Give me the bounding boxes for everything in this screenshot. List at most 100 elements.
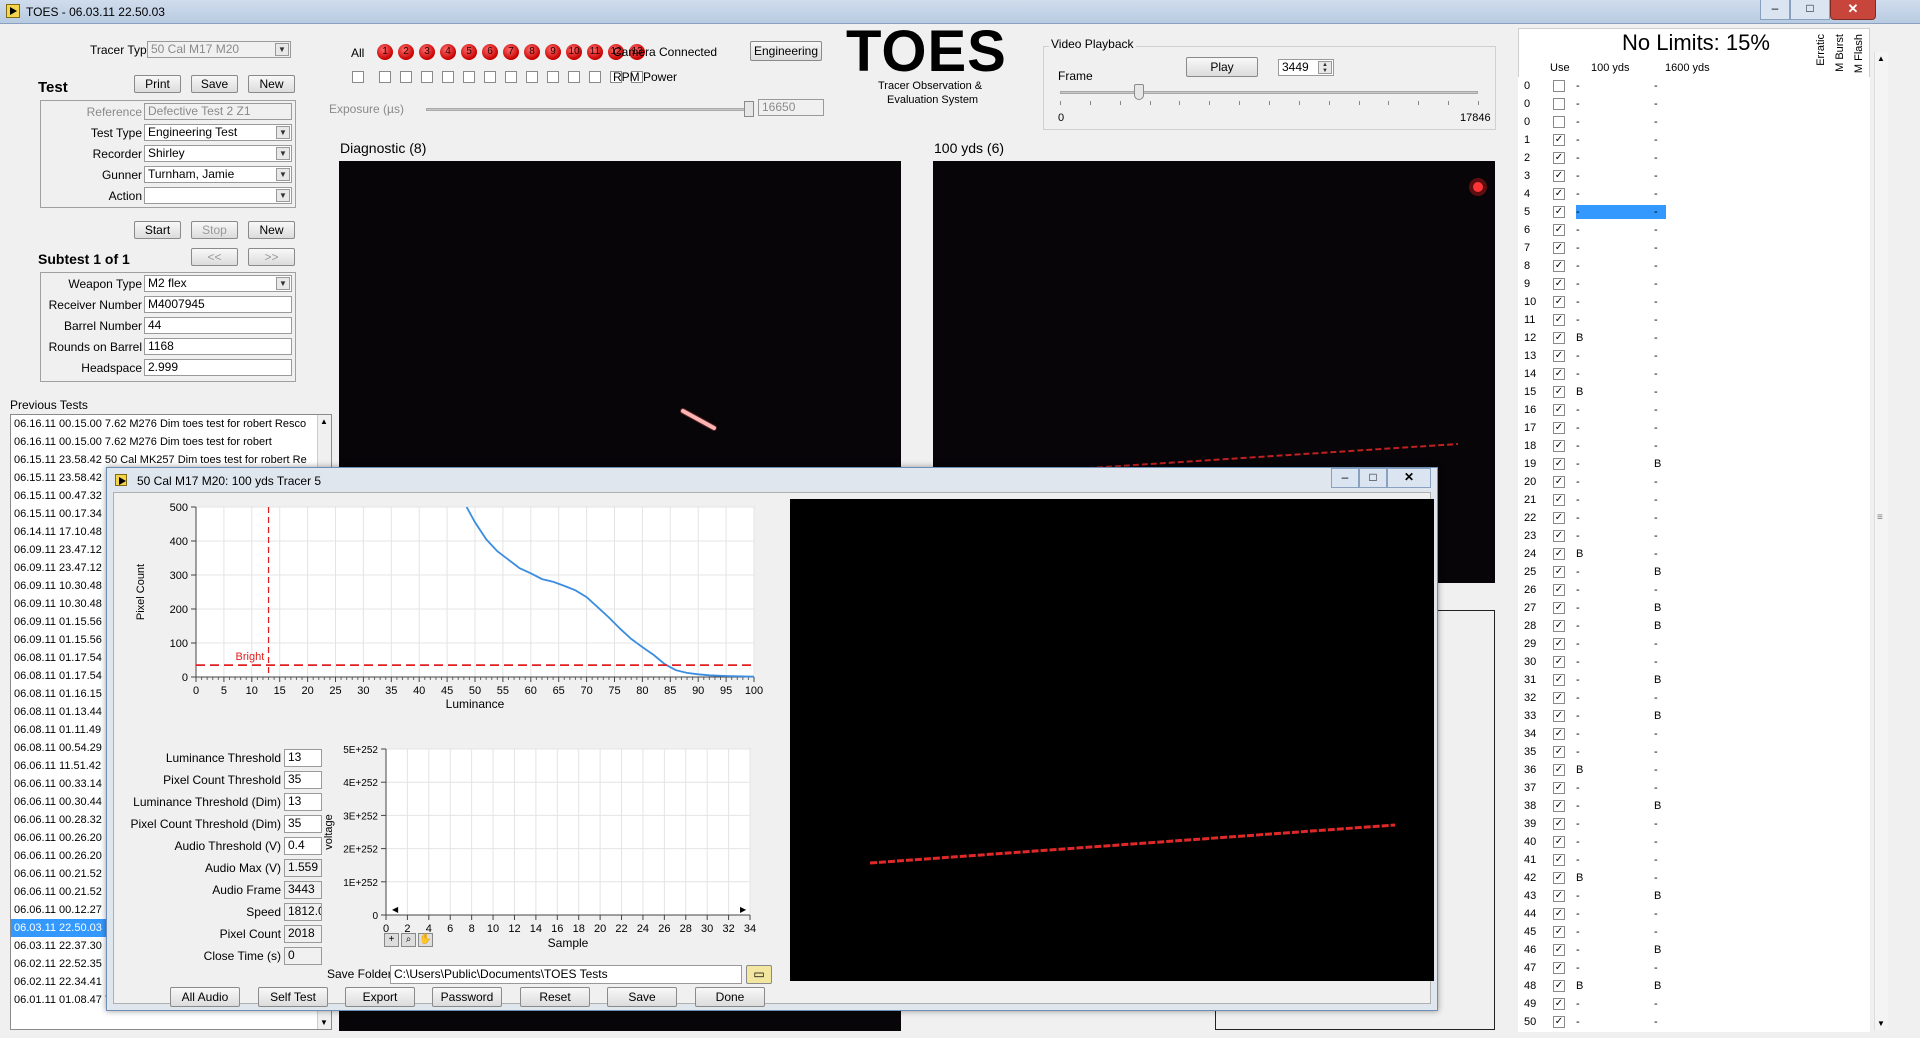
use-checkbox[interactable]: ✓ [1553,764,1565,776]
cell-100-yds[interactable]: - [1576,635,1666,653]
cell-1600-yds[interactable]: - [1654,383,1658,401]
use-checkbox[interactable]: ✓ [1553,458,1565,470]
zoom-icon[interactable]: ⌕ [401,933,416,947]
use-checkbox[interactable] [1553,80,1565,92]
use-checkbox[interactable] [1553,98,1565,110]
new-test-button[interactable]: New [248,75,295,93]
table-row[interactable]: 37 ✓ - - [1518,779,1870,797]
cell-1600-yds[interactable]: - [1654,113,1658,131]
cell-100-yds[interactable]: B [1576,761,1666,779]
recorder-select[interactable]: Shirley ▼ [144,145,292,162]
receiver-number-field[interactable]: M4007945 [144,296,292,313]
cell-1600-yds[interactable]: - [1654,689,1658,707]
led-indicator[interactable]: 3 [419,44,435,60]
led-checkbox[interactable] [568,71,580,83]
table-row[interactable]: 0-- [1518,113,1870,131]
cell-100-yds[interactable]: - [1576,473,1666,491]
use-checkbox[interactable]: ✓ [1553,350,1565,362]
cell-1600-yds[interactable]: B [1654,671,1661,689]
table-row[interactable]: 2 ✓ - - [1518,149,1870,167]
use-checkbox[interactable]: ✓ [1553,890,1565,902]
led-checkbox[interactable] [400,71,412,83]
cell-1600-yds[interactable]: - [1654,167,1658,185]
param-value[interactable]: 13 [284,793,322,811]
cell-1600-yds[interactable]: - [1654,959,1658,977]
dialog-minimize-icon[interactable]: – [1331,468,1359,488]
table-row[interactable]: 12 ✓ B - [1518,329,1870,347]
use-checkbox[interactable]: ✓ [1553,620,1565,632]
led-indicator[interactable]: 6 [482,44,498,60]
cell-100-yds[interactable]: - [1576,509,1666,527]
cell-1600-yds[interactable]: - [1654,491,1658,509]
table-row[interactable]: 20 ✓ - - [1518,473,1870,491]
table-row[interactable]: 40 ✓ - - [1518,833,1870,851]
table-row[interactable]: 46 ✓ - B [1518,941,1870,959]
action-select[interactable]: ▼ [144,187,292,204]
scroll-down-icon[interactable]: ▼ [320,1018,328,1027]
save-button[interactable]: Save [607,987,677,1007]
cell-100-yds[interactable]: - [1576,293,1666,311]
table-row[interactable]: 11 ✓ - - [1518,311,1870,329]
exposure-field[interactable]: 16650 [758,99,824,116]
cell-1600-yds[interactable]: - [1654,473,1658,491]
led-checkbox[interactable] [421,71,433,83]
frame-slider[interactable] [1060,91,1478,94]
cell-1600-yds[interactable]: - [1654,149,1658,167]
cell-1600-yds[interactable]: B [1654,617,1661,635]
use-checkbox[interactable]: ✓ [1553,494,1565,506]
table-row[interactable]: 44 ✓ - - [1518,905,1870,923]
new-run-button[interactable]: New [248,221,295,239]
table-row[interactable]: 1 ✓ - - [1518,131,1870,149]
use-checkbox[interactable]: ✓ [1553,440,1565,452]
param-value[interactable]: 13 [284,749,322,767]
headspace-field[interactable]: 2.999 [144,359,292,376]
cell-1600-yds[interactable]: - [1654,995,1658,1013]
use-checkbox[interactable]: ✓ [1553,998,1565,1010]
cell-100-yds[interactable]: - [1576,527,1666,545]
table-row[interactable]: 47 ✓ - - [1518,959,1870,977]
luminance-histogram-chart[interactable]: 0 5 10 15 20 25 30 35 40 45 50 55 60 65 70 75 80 85 90 95 10… [114,493,770,731]
print-button[interactable]: Print [134,75,181,93]
cell-100-yds[interactable]: - [1576,95,1666,113]
use-checkbox[interactable]: ✓ [1553,746,1565,758]
cell-100-yds[interactable]: - [1576,1013,1666,1031]
use-checkbox[interactable]: ✓ [1553,692,1565,704]
cell-1600-yds[interactable]: - [1654,437,1658,455]
table-row[interactable]: 9 ✓ - - [1518,275,1870,293]
cell-100-yds[interactable]: - [1576,959,1666,977]
cell-1600-yds[interactable]: - [1654,653,1658,671]
table-row[interactable]: 33 ✓ - B [1518,707,1870,725]
cell-100-yds[interactable]: - [1576,707,1666,725]
cell-1600-yds[interactable]: B [1654,797,1661,815]
use-checkbox[interactable]: ✓ [1553,872,1565,884]
cell-1600-yds[interactable]: - [1654,923,1658,941]
led-indicator[interactable]: 1 [377,44,393,60]
use-checkbox[interactable]: ✓ [1553,170,1565,182]
use-checkbox[interactable]: ✓ [1553,242,1565,254]
cell-100-yds[interactable]: - [1576,617,1666,635]
tracer-table[interactable]: 0- -0- -0- -1 ✓ - -2 ✓ - -3 ✓ - -4 ✓ - -5 ✓ - -6 ✓ - -7 ✓ - -8 ✓ -… [1518,77,1870,1032]
dialog-maximize-icon[interactable]: □ [1359,468,1387,488]
led-indicator[interactable]: 11 [587,44,603,60]
use-checkbox[interactable]: ✓ [1553,962,1565,974]
cell-100-yds[interactable]: - [1576,851,1666,869]
cell-100-yds[interactable]: - [1576,419,1666,437]
cell-1600-yds[interactable]: B [1654,455,1661,473]
cell-1600-yds[interactable]: - [1654,545,1658,563]
list-item[interactable]: 06.16.11 00.15.00 7.62 M276 Dim toes tes… [11,433,331,451]
self-test-button[interactable]: Self Test [258,987,328,1007]
cell-1600-yds[interactable]: - [1654,221,1658,239]
table-row[interactable]: 27 ✓ - B [1518,599,1870,617]
cell-100-yds[interactable]: - [1576,599,1666,617]
use-checkbox[interactable]: ✓ [1553,710,1565,722]
done-button[interactable]: Done [695,987,765,1007]
use-checkbox[interactable] [1553,116,1565,128]
table-row[interactable]: 15 ✓ B - [1518,383,1870,401]
cell-1600-yds[interactable]: B [1654,599,1661,617]
use-checkbox[interactable]: ✓ [1553,944,1565,956]
cell-1600-yds[interactable]: - [1654,401,1658,419]
use-checkbox[interactable]: ✓ [1553,386,1565,398]
cell-1600-yds[interactable]: - [1654,635,1658,653]
tracer-type-select[interactable]: 50 Cal M17 M20 ▼ [147,41,291,58]
led-checkbox[interactable] [547,71,559,83]
